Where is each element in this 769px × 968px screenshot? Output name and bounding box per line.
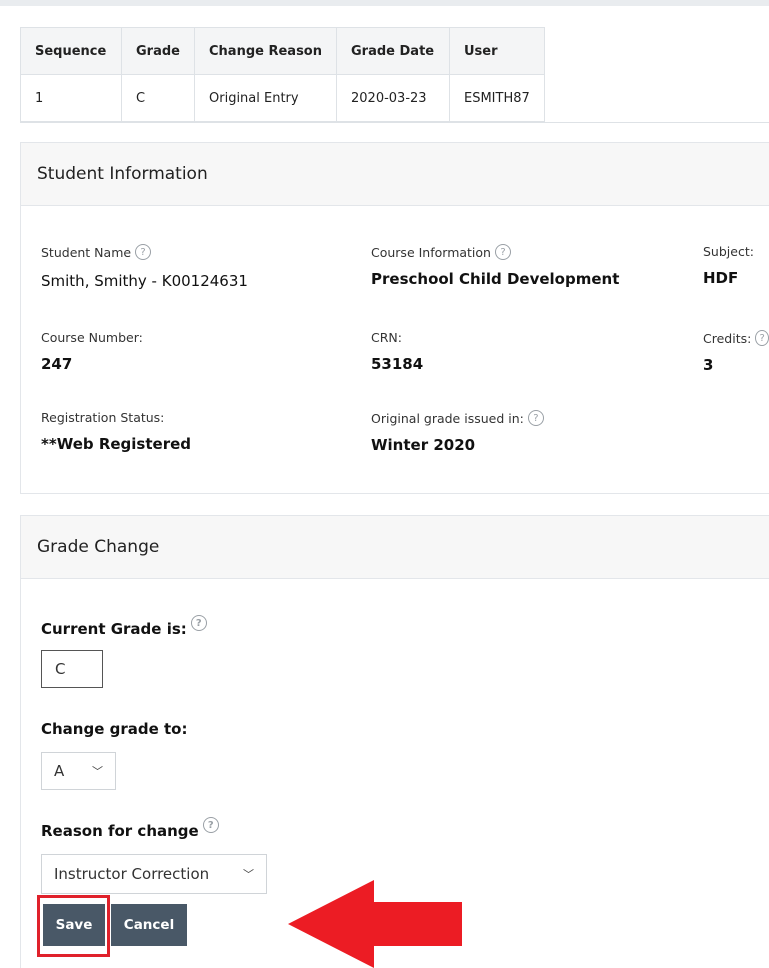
arrow-shape	[288, 880, 462, 968]
subject-label: Subject:	[703, 244, 754, 259]
student-information-title: Student Information	[21, 143, 769, 206]
help-icon[interactable]: ?	[135, 244, 152, 260]
original-grade-field: Original grade issued in:? Winter 2020	[371, 410, 544, 454]
reason-label-row: Reason for change ?	[41, 817, 219, 840]
help-icon[interactable]: ?	[755, 330, 769, 346]
registration-status-value: **Web Registered	[41, 435, 192, 453]
save-highlight-box	[37, 895, 110, 957]
registration-status-label: Registration Status:	[41, 410, 165, 425]
reason-select[interactable]: Instructor Correction ﹀	[41, 854, 267, 894]
change-grade-value: A	[54, 762, 65, 780]
grade-change-title: Grade Change	[21, 516, 769, 579]
credits-field: Credits:? 3	[703, 330, 769, 374]
credits-label: Credits:	[703, 330, 752, 346]
history-table-frame	[20, 27, 769, 123]
cancel-button[interactable]: Cancel	[111, 904, 187, 946]
original-grade-label: Original grade issued in:	[371, 410, 524, 426]
reason-value: Instructor Correction	[54, 865, 210, 883]
student-name-label: Student Name	[41, 244, 132, 260]
course-information-value: Preschool Child Development	[371, 270, 620, 288]
help-icon[interactable]: ?	[190, 615, 207, 631]
subject-value: HDF	[703, 269, 739, 287]
current-grade-field: C	[41, 650, 103, 688]
registration-status-field: Registration Status: **Web Registered	[41, 410, 191, 453]
help-icon[interactable]: ?	[202, 817, 219, 833]
course-number-label: Course Number:	[41, 330, 143, 345]
current-grade-label: Current Grade is:	[41, 620, 187, 638]
crn-label: CRN:	[371, 330, 402, 345]
course-information-field: Course Information? Preschool Child Deve…	[371, 244, 619, 288]
credits-value: 3	[703, 356, 714, 374]
change-grade-select[interactable]: A ﹀	[41, 752, 116, 790]
student-name-field: Student Name? Smith, Smithy - K00124631	[41, 244, 248, 290]
course-number-value: 247	[41, 355, 73, 373]
chevron-down-icon: ﹀	[92, 765, 103, 778]
original-grade-value: Winter 2020	[371, 436, 476, 454]
course-number-field: Course Number: 247	[41, 330, 143, 373]
help-icon[interactable]: ?	[494, 244, 511, 260]
chevron-down-icon: ﹀	[243, 868, 254, 881]
change-grade-to-label: Change grade to:	[41, 720, 188, 738]
red-arrow-annotation	[288, 880, 462, 968]
help-icon[interactable]: ?	[527, 410, 544, 426]
subject-field: Subject: HDF	[703, 244, 754, 287]
crn-field: CRN: 53184	[371, 330, 423, 373]
course-information-label: Course Information	[371, 244, 491, 260]
crn-value: 53184	[371, 355, 424, 373]
top-bar	[0, 0, 769, 6]
student-name-value: Smith, Smithy - K00124631	[41, 272, 248, 290]
reason-for-change-label: Reason for change	[41, 822, 199, 840]
current-grade-label-row: Current Grade is: ?	[41, 615, 207, 638]
